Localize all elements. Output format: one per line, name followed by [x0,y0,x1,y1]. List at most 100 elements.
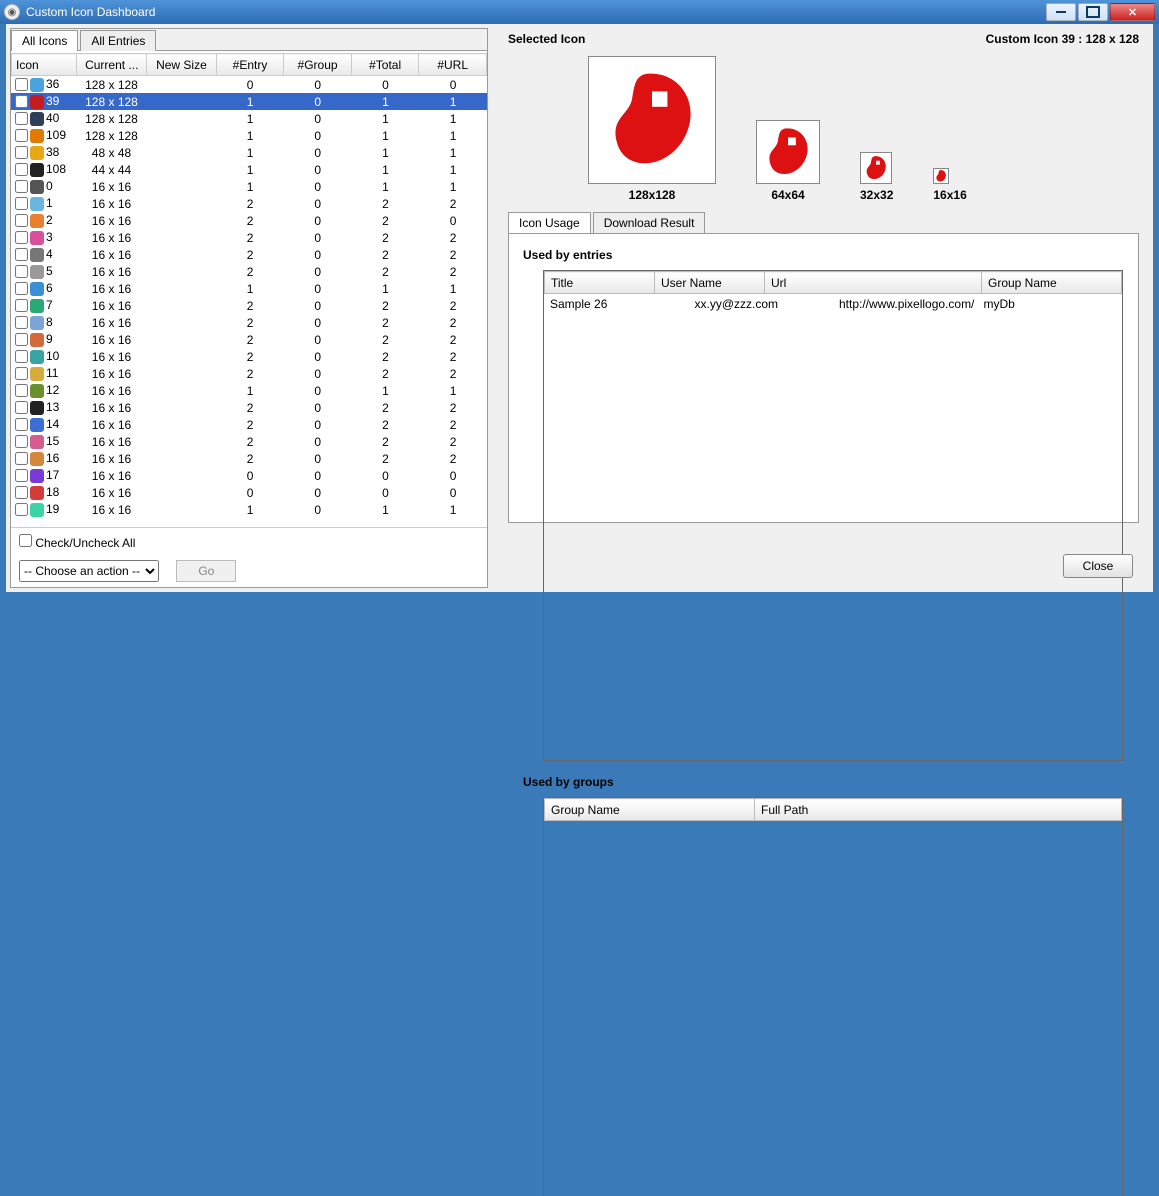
row-checkbox[interactable] [15,265,28,278]
col-newsize[interactable]: New Size [147,54,217,76]
entries-row[interactable]: Sample 26xx.yy@zzz.comhttp://www.pixello… [544,294,1122,314]
row-checkbox[interactable] [15,299,28,312]
table-row[interactable]: 216 x 162020 [11,212,487,229]
row-checkbox[interactable] [15,452,28,465]
col-icon[interactable]: Icon [12,54,77,76]
row-checkbox[interactable] [15,95,28,108]
row-group: 0 [284,229,352,246]
table-row[interactable]: 1916 x 161011 [11,501,487,518]
action-select[interactable]: -- Choose an action -- [19,560,159,582]
table-row[interactable]: 1216 x 161011 [11,382,487,399]
row-checkbox[interactable] [15,486,28,499]
row-checkbox[interactable] [15,197,28,210]
row-checkbox[interactable] [15,316,28,329]
table-row[interactable]: 1616 x 162022 [11,450,487,467]
row-group: 0 [284,314,352,331]
table-row[interactable]: 10844 x 441011 [11,161,487,178]
groups-col-name[interactable]: Group Name [545,799,755,821]
table-row[interactable]: 316 x 162022 [11,229,487,246]
table-row[interactable]: 39128 x 1281011 [11,93,487,110]
row-icon [30,469,44,483]
table-row[interactable]: 1316 x 162022 [11,399,487,416]
table-row[interactable]: 616 x 161011 [11,280,487,297]
table-row[interactable]: 016 x 161011 [11,178,487,195]
table-row[interactable]: 516 x 162022 [11,263,487,280]
table-row[interactable]: 3848 x 481011 [11,144,487,161]
check-all-checkbox[interactable] [19,534,32,547]
row-size: 16 x 16 [77,297,147,314]
tab-download-result[interactable]: Download Result [593,212,706,233]
row-icon [30,367,44,381]
tab-icon-usage[interactable]: Icon Usage [508,212,591,233]
tab-all-entries[interactable]: All Entries [80,30,156,51]
row-checkbox[interactable] [15,231,28,244]
row-checkbox[interactable] [15,367,28,380]
entries-col-url[interactable]: Url [765,272,982,294]
table-row[interactable]: 816 x 162022 [11,314,487,331]
row-entry: 1 [216,501,284,518]
row-total: 2 [352,246,420,263]
row-url: 1 [419,501,487,518]
window-title: Custom Icon Dashboard [26,5,1044,19]
row-total: 1 [352,501,420,518]
go-button[interactable]: Go [176,560,236,582]
table-row[interactable]: 109128 x 1281011 [11,127,487,144]
row-checkbox[interactable] [15,214,28,227]
row-checkbox[interactable] [15,129,28,142]
row-checkbox[interactable] [15,418,28,431]
row-checkbox[interactable] [15,180,28,193]
col-group[interactable]: #Group [284,54,352,76]
table-row[interactable]: 1816 x 160000 [11,484,487,501]
row-checkbox[interactable] [15,248,28,261]
check-uncheck-all[interactable]: Check/Uncheck All [19,534,479,550]
row-checkbox[interactable] [15,350,28,363]
row-id: 13 [46,400,59,414]
row-checkbox[interactable] [15,333,28,346]
table-row[interactable]: 40128 x 1281011 [11,110,487,127]
row-entry: 2 [216,314,284,331]
table-row[interactable]: 716 x 162022 [11,297,487,314]
entries-col-user[interactable]: User Name [655,272,765,294]
col-total[interactable]: #Total [351,54,419,76]
row-entry: 0 [216,484,284,501]
window-minimize-button[interactable] [1046,3,1076,21]
col-url[interactable]: #URL [419,54,487,76]
row-checkbox[interactable] [15,282,28,295]
table-row[interactable]: 916 x 162022 [11,331,487,348]
table-row[interactable]: 1016 x 162022 [11,348,487,365]
row-id: 16 [46,451,59,465]
row-checkbox[interactable] [15,503,28,516]
table-row[interactable]: 36128 x 1280000 [11,76,487,93]
row-checkbox[interactable] [15,78,28,91]
row-icon [30,248,44,262]
tab-all-icons[interactable]: All Icons [11,30,78,51]
col-entry[interactable]: #Entry [216,54,284,76]
row-checkbox[interactable] [15,401,28,414]
row-checkbox[interactable] [15,146,28,159]
row-newsize [146,314,216,331]
row-newsize [146,382,216,399]
row-size: 16 x 16 [77,416,147,433]
row-checkbox[interactable] [15,384,28,397]
window-close-button[interactable] [1110,3,1155,21]
table-row[interactable]: 1116 x 162022 [11,365,487,382]
row-entry: 2 [216,195,284,212]
row-checkbox[interactable] [15,163,28,176]
table-row[interactable]: 1716 x 160000 [11,467,487,484]
row-checkbox[interactable] [15,469,28,482]
table-row[interactable]: 1416 x 162022 [11,416,487,433]
entries-col-title[interactable]: Title [545,272,655,294]
row-icon [30,333,44,347]
row-icon [30,112,44,126]
row-checkbox[interactable] [15,435,28,448]
table-row[interactable]: 1516 x 162022 [11,433,487,450]
table-row[interactable]: 416 x 162022 [11,246,487,263]
col-current[interactable]: Current ... [77,54,147,76]
entries-col-group[interactable]: Group Name [982,272,1122,294]
groups-col-path[interactable]: Full Path [755,799,1122,821]
row-checkbox[interactable] [15,112,28,125]
table-row[interactable]: 116 x 162022 [11,195,487,212]
window-maximize-button[interactable] [1078,3,1108,21]
close-button[interactable]: Close [1063,554,1133,578]
row-id: 8 [46,315,53,329]
